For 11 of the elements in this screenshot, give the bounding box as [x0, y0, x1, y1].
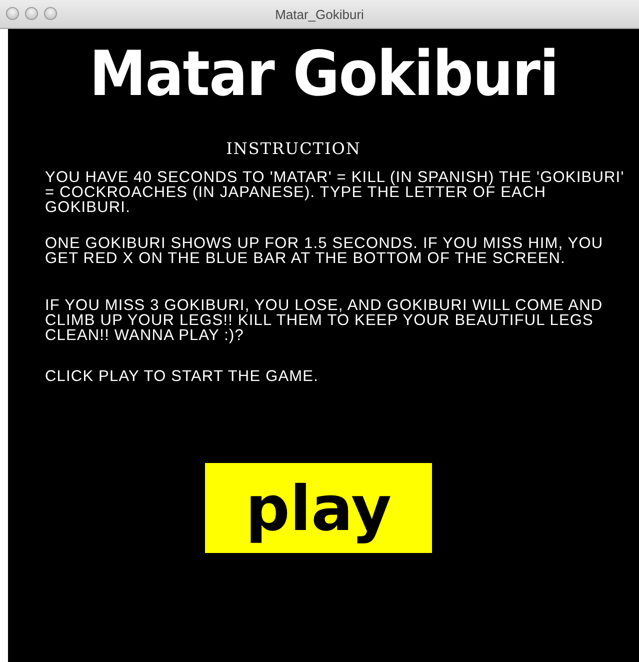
instruction-heading: INSTRUCTION: [226, 139, 361, 158]
game-title: Matar Gokiburi: [89, 39, 558, 109]
instruction-text: YOU HAVE 40 SECONDS TO 'MATAR' = KILL (IN SPANISH) THE 'GOKIBURI' = COCKROACHES (IN JAPANESE). TYPE THE LETTER OF EACH GOKIBURI.: [45, 170, 626, 215]
minimize-button[interactable]: [25, 7, 38, 20]
window-title: Matar_Gokiburi: [275, 6, 364, 22]
instruction-text: IF YOU MISS 3 GOKIBURI, YOU LOSE, AND GOKIBURI WILL COME AND CLIMB UP YOUR LEGS!! KILL THEM TO KEEP YOUR BEAUTIFUL LEGS CLEAN!! WANNA PLAY :)?: [45, 298, 604, 343]
zoom-button[interactable]: [44, 7, 57, 20]
play-button[interactable]: play: [205, 463, 432, 553]
close-button[interactable]: [6, 7, 19, 20]
instruction-text: ONE GOKIBURI SHOWS UP FOR 1.5 SECONDS. IF YOU MISS HIM, YOU GET RED X ON THE BLUE BAR AT THE BOTTOM OF THE SCREEN.: [45, 236, 604, 266]
instruction-text: CLICK PLAY TO START THE GAME.: [45, 369, 320, 384]
